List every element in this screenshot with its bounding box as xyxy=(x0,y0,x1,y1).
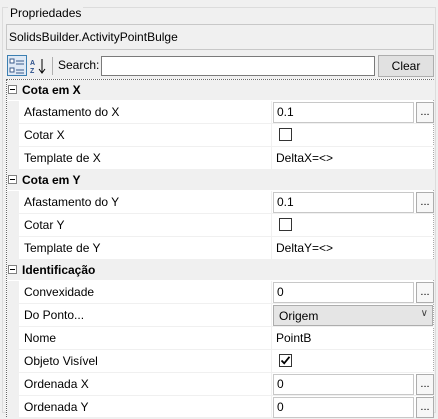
search-input[interactable] xyxy=(101,56,375,76)
property-value-cell[interactable]: Origem ∨ xyxy=(271,304,434,327)
property-value-cell[interactable]: 0.1... xyxy=(271,191,434,214)
property-value-cell[interactable] xyxy=(271,214,434,237)
property-row[interactable]: Cotar Y xyxy=(7,214,434,237)
panel-title: Propriedades xyxy=(8,6,84,20)
collapse-toggle-icon[interactable] xyxy=(8,175,17,184)
ellipsis-button[interactable]: ... xyxy=(416,192,434,213)
row-margin xyxy=(7,327,19,350)
property-name[interactable]: Afastamento do Y xyxy=(19,191,271,214)
property-name[interactable]: Ordenada X xyxy=(19,373,271,396)
row-margin xyxy=(7,396,19,419)
row-margin xyxy=(7,147,19,170)
checkmark-icon xyxy=(280,356,291,365)
ellipsis-button[interactable]: ... xyxy=(416,102,434,123)
category-label: Cota em Y xyxy=(22,173,81,187)
property-row[interactable]: Objeto Visível xyxy=(7,350,434,373)
property-value-cell[interactable]: 0.1... xyxy=(271,101,434,124)
chevron-down-icon: ∨ xyxy=(420,308,428,319)
clear-button[interactable]: Clear xyxy=(378,55,434,77)
property-row[interactable]: Ordenada Y 0... xyxy=(7,396,434,419)
property-name[interactable]: Template de Y xyxy=(19,237,271,260)
ellipsis-button[interactable]: ... xyxy=(416,374,434,395)
properties-groupbox: Propriedades SolidsBuilder.ActivityPoint… xyxy=(2,6,436,419)
property-value-text: DeltaY=<> xyxy=(276,241,334,255)
property-row[interactable]: Convexidade 0... xyxy=(7,281,434,304)
object-name-field[interactable]: SolidsBuilder.ActivityPointBulge xyxy=(6,24,434,50)
property-value-cell[interactable] xyxy=(271,124,434,147)
property-name[interactable]: Do Ponto... xyxy=(19,304,271,327)
collapse-toggle-icon[interactable] xyxy=(8,85,17,94)
toolbar-separator xyxy=(52,57,53,75)
property-value-input[interactable]: 0 xyxy=(273,374,414,395)
category-row[interactable]: Cota em X xyxy=(7,80,434,100)
category-label: Identificação xyxy=(22,263,96,277)
row-margin xyxy=(7,101,19,124)
property-checkbox[interactable] xyxy=(279,354,292,367)
property-name[interactable]: Template de X xyxy=(19,147,271,170)
category-label: Cota em X xyxy=(22,83,81,97)
property-name[interactable]: Nome xyxy=(19,327,271,350)
property-value-input[interactable]: 0.1 xyxy=(273,192,414,213)
dropdown-value: Origem xyxy=(279,309,319,323)
categorized-view-button[interactable] xyxy=(7,55,27,76)
property-toolbar: A Z Search: Clear xyxy=(6,54,434,78)
property-value-input[interactable]: 0 xyxy=(273,282,414,303)
property-value-text: DeltaX=<> xyxy=(276,151,334,165)
property-name[interactable]: Afastamento do X xyxy=(19,101,271,124)
property-value-cell[interactable]: 0... xyxy=(271,373,434,396)
row-margin xyxy=(7,124,19,147)
row-margin xyxy=(7,214,19,237)
search-label: Search: xyxy=(58,58,100,72)
categorized-view-icon xyxy=(9,58,24,73)
row-margin xyxy=(7,191,19,214)
property-row[interactable]: Do Ponto... Origem ∨ xyxy=(7,304,434,327)
row-margin xyxy=(7,281,19,304)
property-name[interactable]: Cotar X xyxy=(19,124,271,147)
property-checkbox[interactable] xyxy=(279,128,292,141)
property-row[interactable]: Ordenada X 0... xyxy=(7,373,434,396)
row-margin xyxy=(7,373,19,396)
alphabetical-sort-button[interactable]: A Z xyxy=(29,55,49,76)
property-row[interactable]: Nome PointB xyxy=(7,327,434,350)
property-name[interactable]: Convexidade xyxy=(19,281,271,304)
category-row[interactable]: Cota em Y xyxy=(7,170,434,190)
property-grid: Cota em X Afastamento do X 0.1... Cotar X Te… xyxy=(6,79,434,419)
property-row[interactable]: Afastamento do Y 0.1... xyxy=(7,191,434,214)
ellipsis-button[interactable]: ... xyxy=(416,282,434,303)
row-margin xyxy=(7,304,19,327)
svg-text:Z: Z xyxy=(30,68,35,74)
property-dropdown[interactable]: Origem ∨ xyxy=(273,305,433,326)
property-value-cell[interactable]: DeltaX=<> xyxy=(271,147,434,170)
property-row[interactable]: Template de X DeltaX=<> xyxy=(7,147,434,170)
property-value-cell[interactable] xyxy=(271,350,434,373)
property-value-cell[interactable]: 0... xyxy=(271,281,434,304)
row-margin xyxy=(7,237,19,260)
row-margin xyxy=(7,350,19,373)
property-row[interactable]: Afastamento do X 0.1... xyxy=(7,101,434,124)
property-name[interactable]: Ordenada Y xyxy=(19,396,271,419)
sort-az-icon: A Z xyxy=(30,58,46,74)
collapse-toggle-icon[interactable] xyxy=(8,265,17,274)
property-row[interactable]: Template de Y DeltaY=<> xyxy=(7,237,434,260)
property-value-input[interactable]: 0.1 xyxy=(273,102,414,123)
property-value-cell[interactable]: PointB xyxy=(271,327,434,350)
property-name[interactable]: Cotar Y xyxy=(19,214,271,237)
property-value-cell[interactable]: DeltaY=<> xyxy=(271,237,434,260)
property-row[interactable]: Cotar X xyxy=(7,124,434,147)
property-name[interactable]: Objeto Visível xyxy=(19,350,271,373)
svg-text:A: A xyxy=(30,60,35,67)
category-row[interactable]: Identificação xyxy=(7,260,434,280)
property-value-text: PointB xyxy=(276,331,312,345)
property-value-cell[interactable]: 0... xyxy=(271,396,434,419)
property-checkbox[interactable] xyxy=(279,218,292,231)
